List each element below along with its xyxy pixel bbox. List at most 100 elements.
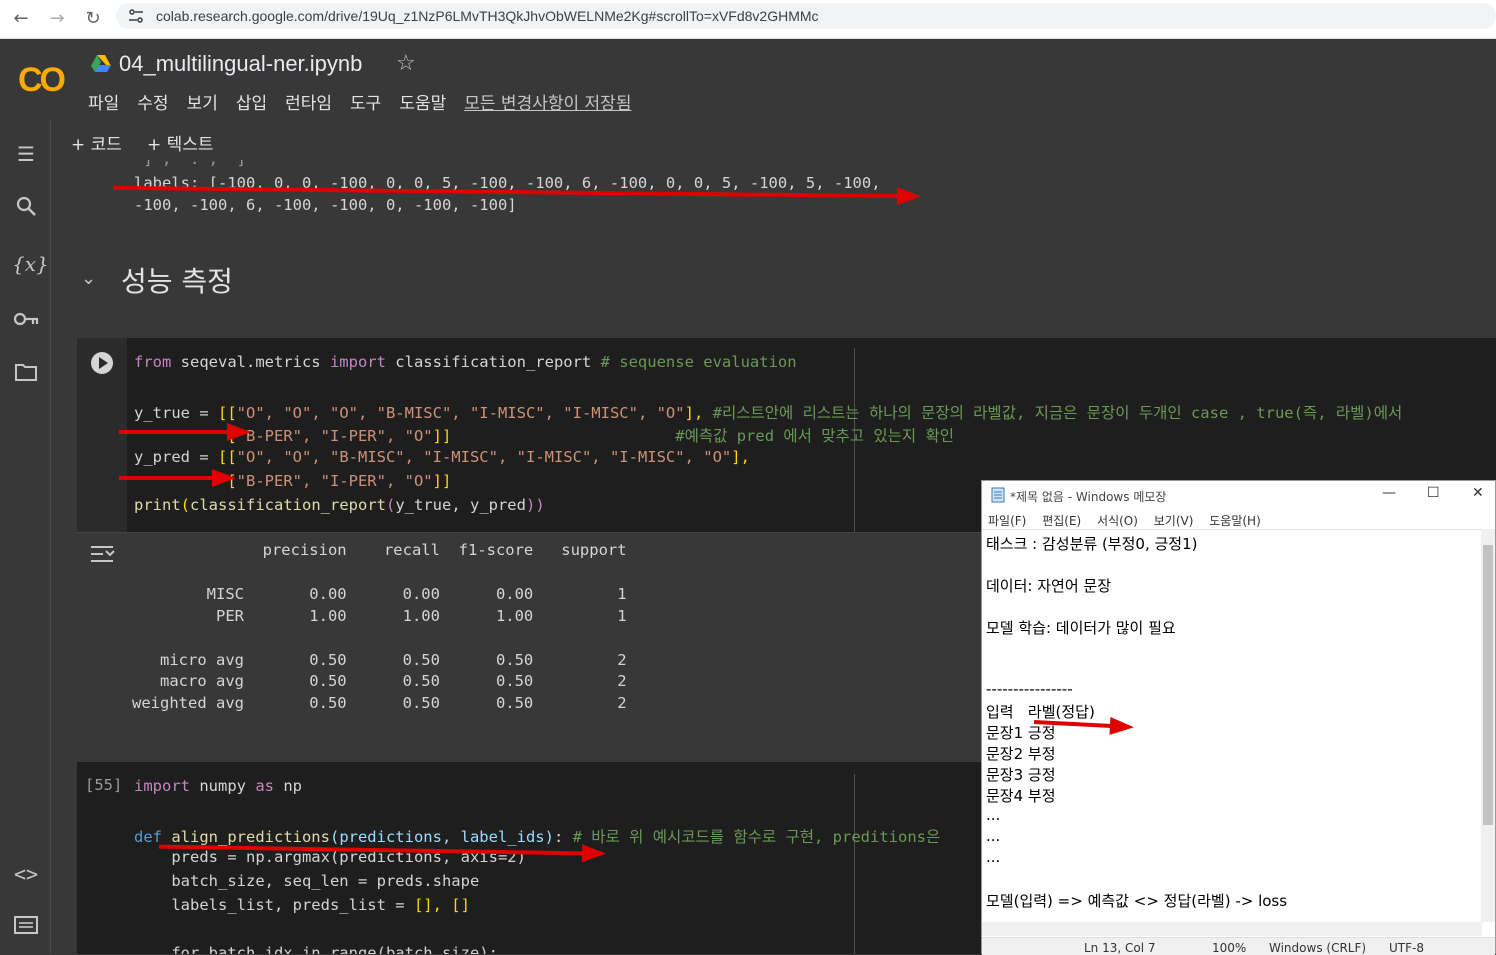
code-token: [[	[218, 448, 237, 466]
text-line: 입력 라벨(정답)	[986, 703, 1095, 721]
notepad-titlebar[interactable]: *제목 없음 - Windows 메모장 — ☐ ✕	[982, 481, 1495, 509]
star-icon[interactable]: ☆	[396, 51, 416, 76]
menu-file[interactable]: 파일	[88, 89, 119, 114]
np-menu-help[interactable]: 도움말(H)	[1209, 514, 1261, 528]
prev-output-line: ']', '.', ']'	[134, 160, 255, 168]
text-line: 문장4 부정	[986, 787, 1056, 805]
code-line: ["B-PER", "I-PER", "O"]] #예측값 pred 에서 맞추…	[134, 424, 954, 446]
run-cell-icon[interactable]	[91, 352, 113, 374]
code-token: def	[134, 828, 162, 846]
code-token: "B-PER", "I-PER", "O"	[236, 427, 433, 445]
annotation-arrow	[119, 469, 236, 487]
minimize-icon[interactable]: —	[1382, 485, 1396, 501]
code-line: def align_predictions(predictions, label…	[134, 825, 940, 847]
key-icon[interactable]	[12, 306, 40, 334]
section-heading: 성능 측정	[121, 265, 233, 298]
variables-icon[interactable]: {x}	[12, 250, 49, 278]
code-token: ))	[525, 496, 545, 514]
notepad-text-area[interactable]: 태스크 : 감성분류 (부정0, 긍정1) 데이터: 자연어 문장 모델 학습:…	[982, 529, 1482, 922]
np-menu-file[interactable]: 파일(F)	[988, 514, 1026, 528]
code-token: (	[385, 496, 396, 514]
np-menu-edit[interactable]: 편집(E)	[1042, 514, 1081, 528]
code-token: ],	[731, 448, 750, 466]
annotation-arrow	[119, 423, 251, 441]
menu-view[interactable]: 보기	[187, 89, 218, 114]
reload-icon[interactable]: ↻	[80, 6, 106, 32]
code-token: as	[255, 777, 274, 795]
code-token: import	[329, 353, 386, 371]
folder-icon[interactable]	[12, 361, 40, 389]
code-token: np	[274, 777, 302, 795]
vertical-scrollbar[interactable]	[1481, 529, 1495, 922]
table-of-contents-icon[interactable]: ☰	[12, 140, 40, 168]
notebook-title[interactable]: 04_multilingual-ner.ipynb	[119, 51, 362, 77]
report-row: micro avg 0.50 0.50 0.50 2	[132, 651, 627, 669]
menu-runtime[interactable]: 런타임	[285, 89, 332, 114]
code-token: from	[134, 353, 172, 371]
code-token: y_true, y_pred	[395, 496, 526, 514]
output-actions-icon[interactable]	[89, 543, 115, 565]
encoding: UTF-8	[1389, 941, 1424, 955]
add-code-button[interactable]: + 코드	[71, 130, 122, 155]
code-token: ]]	[432, 427, 452, 445]
code-token: classification_report	[190, 496, 386, 514]
text-line: 문장2 부정	[986, 745, 1056, 763]
code-token: #리스트안에 리스트는 하나의 문장의 라벨값, 지금은 문장이 두개인 cas…	[703, 404, 1403, 422]
menu-tools[interactable]: 도구	[350, 89, 381, 114]
notepad-window[interactable]: *제목 없음 - Windows 메모장 — ☐ ✕ 파일(F) 편집(E) 서…	[981, 480, 1496, 955]
text-line: 모델(입력) => 예측값 <> 정답(라벨) -> loss	[986, 892, 1288, 910]
text-line: 문장1 긍정	[986, 724, 1056, 742]
text-line: ----------------	[986, 680, 1073, 698]
collapse-section-icon[interactable]: ⌄	[81, 268, 96, 289]
report-row: weighted avg 0.50 0.50 0.50 2	[132, 694, 627, 712]
execution-count: [55]	[85, 776, 123, 794]
maximize-icon[interactable]: ☐	[1427, 485, 1440, 501]
menu-help[interactable]: 도움말	[399, 89, 446, 114]
colab-logo[interactable]: CO	[18, 61, 66, 100]
back-icon[interactable]: ←	[8, 6, 34, 32]
scroll-thumb[interactable]	[1483, 545, 1493, 825]
horizontal-scrollbar[interactable]	[982, 922, 1482, 936]
search-icon[interactable]	[12, 195, 40, 223]
np-menu-view[interactable]: 보기(V)	[1154, 514, 1194, 528]
code-token: labels_list, preds_list =	[134, 896, 414, 914]
notepad-icon	[991, 487, 1005, 503]
cursor-position: Ln 13, Col 7	[1084, 941, 1156, 955]
code-line: print(classification_report(y_true, y_pr…	[134, 496, 545, 514]
code-token: "O", "O", "O", "B-MISC", "I-MISC", "I-MI…	[236, 404, 685, 422]
code-line: import numpy as np	[134, 777, 302, 795]
code-line: batch_size, seq_len = preds.shape	[134, 872, 480, 890]
code-token: # sequense evaluation	[600, 353, 797, 371]
cell-toolbar: + 코드 + 텍스트	[51, 120, 1496, 160]
notepad-menu: 파일(F) 편집(E) 서식(O) 보기(V) 도움말(H)	[988, 512, 1273, 529]
menu-bar: 파일 수정 보기 삽입 런타임 도구 도움말 모든 변경사항이 저장됨	[88, 89, 649, 114]
text-line: 모델 학습: 데이터가 많이 필요	[986, 619, 1176, 637]
address-bar[interactable]: colab.research.google.com/drive/19Uq_z1N…	[116, 3, 1496, 29]
code-token: #예측값 pred 에서 맞추고 있는지 확인	[451, 427, 954, 445]
add-text-button[interactable]: + 텍스트	[147, 130, 214, 155]
line-ending: Windows (CRLF)	[1269, 941, 1367, 955]
code-token: ]]	[432, 472, 452, 490]
code-token: # 바로 위 예시코드를 함수로 구현, preditions은	[563, 828, 941, 846]
report-row: PER 1.00 1.00 1.00 1	[132, 607, 627, 625]
code-token: "B-PER", "I-PER", "O"	[236, 472, 433, 490]
menu-edit[interactable]: 수정	[137, 89, 168, 114]
terminal-icon[interactable]	[12, 914, 40, 942]
np-menu-format[interactable]: 서식(O)	[1097, 514, 1138, 528]
report-row: macro avg 0.50 0.50 0.50 2	[132, 672, 627, 690]
drive-icon[interactable]	[91, 54, 111, 72]
saved-status[interactable]: 모든 변경사항이 저장됨	[464, 89, 631, 114]
code-token: :	[553, 828, 564, 846]
code-line: for batch_idx in range(batch_size):	[134, 944, 498, 954]
text-line: 문장3 긍정	[986, 766, 1056, 784]
forward-icon[interactable]: →	[44, 6, 70, 32]
cell-gutter: [55]	[77, 762, 127, 954]
line-length-ruler	[854, 774, 855, 954]
close-icon[interactable]: ✕	[1472, 485, 1484, 501]
code-line: ["B-PER", "I-PER", "O"]]	[134, 472, 451, 490]
code-token: [], []	[413, 896, 470, 914]
menu-insert[interactable]: 삽입	[236, 89, 267, 114]
site-settings-icon[interactable]	[128, 9, 144, 23]
code-snippets-icon[interactable]: <>	[12, 860, 40, 888]
notepad-statusbar: Ln 13, Col 7 100% Windows (CRLF) UTF-8	[982, 937, 1495, 955]
